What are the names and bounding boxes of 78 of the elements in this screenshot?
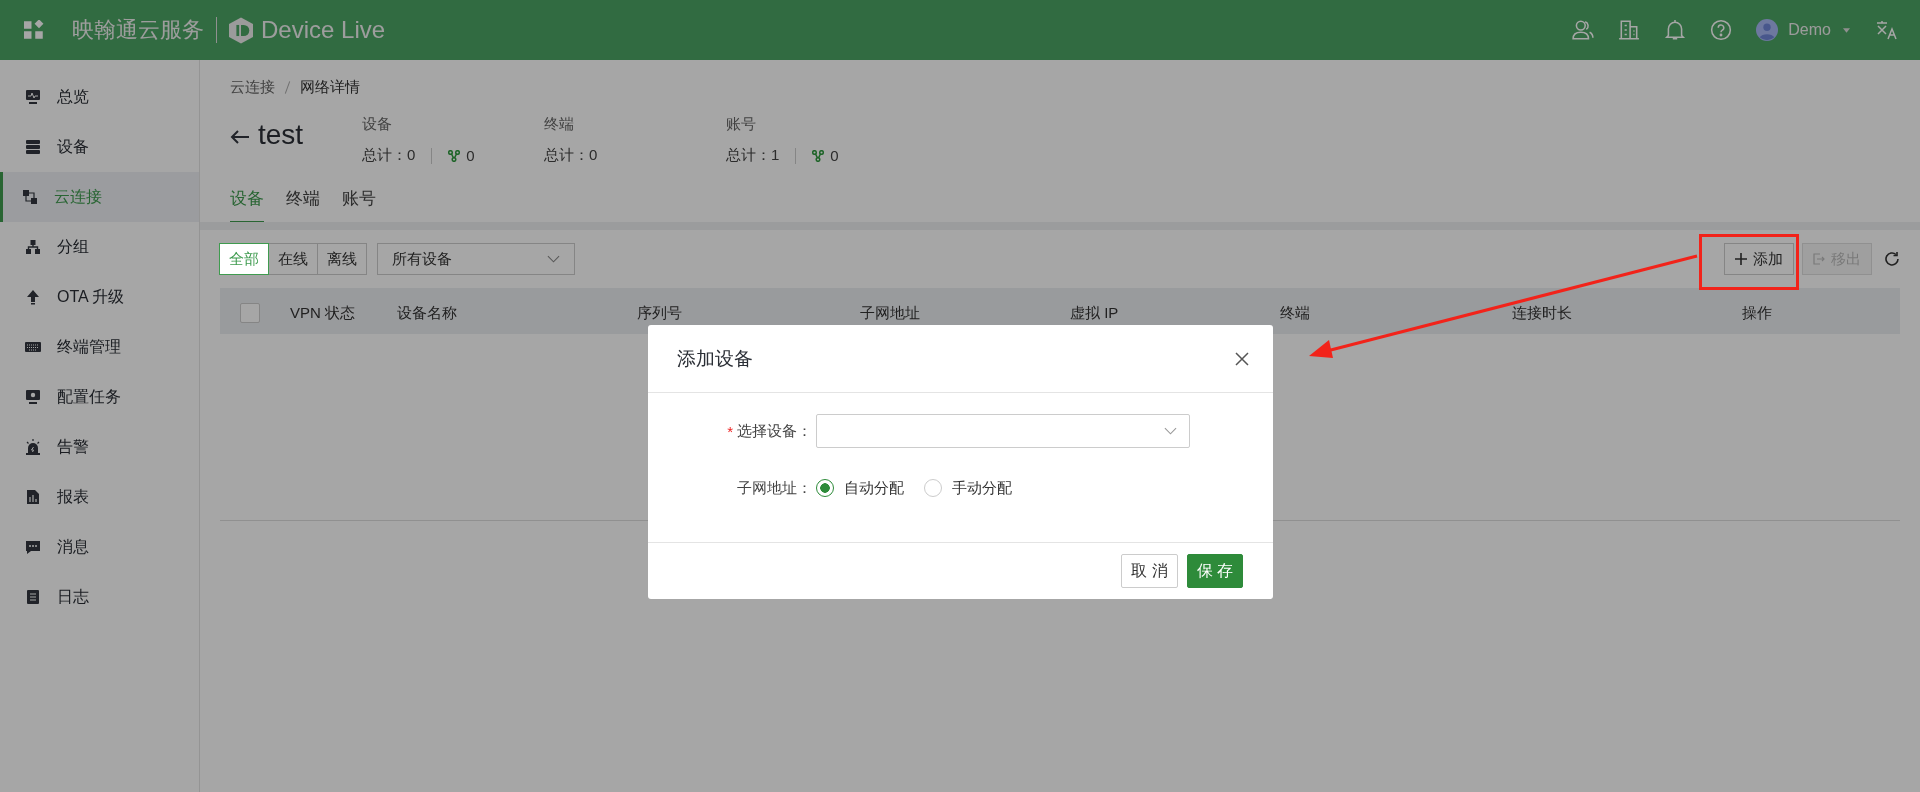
filter-button[interactable]: 全部 <box>219 243 269 275</box>
alarm-light-icon <box>25 439 41 455</box>
bell-icon[interactable] <box>1664 19 1687 41</box>
breadcrumb-link[interactable]: 云连接 <box>230 78 275 97</box>
keyboard-icon <box>25 339 41 355</box>
column-header: 序列号 <box>636 303 683 323</box>
cancel-button[interactable]: 取 消 <box>1121 554 1178 588</box>
chevron-down-icon <box>1164 427 1177 435</box>
stat-label: 账号 <box>726 115 757 134</box>
connection-icon <box>22 189 38 205</box>
filter-button[interactable]: 离线 <box>317 243 367 275</box>
sidebar-item[interactable]: 终端管理 <box>0 322 199 372</box>
report-icon <box>25 489 41 505</box>
hexagon-logo-icon <box>229 16 253 44</box>
column-header: 操作 <box>1741 303 1773 323</box>
device-select[interactable] <box>816 414 1190 448</box>
column-header: 设备名称 <box>396 303 458 323</box>
network-icon <box>448 149 461 162</box>
sidebar-item[interactable]: 分组 <box>0 222 199 272</box>
radio-button[interactable] <box>816 479 834 497</box>
required-mark: * <box>727 422 733 440</box>
filter-button[interactable]: 在线 <box>268 243 318 275</box>
sidebar-item[interactable]: 总览 <box>0 72 199 122</box>
tab[interactable]: 账号 <box>342 187 376 223</box>
stat-total: 总计：0 <box>362 146 416 165</box>
apps-icon[interactable] <box>24 20 44 40</box>
field-label: 选择设备： <box>737 421 812 441</box>
tab[interactable]: 终端 <box>286 187 320 223</box>
building-icon[interactable] <box>1618 19 1641 41</box>
upload-arrow-icon <box>25 289 41 305</box>
device-filter-select[interactable]: 所有设备 <box>377 243 575 275</box>
stat-label: 终端 <box>544 115 575 134</box>
exit-icon <box>1813 253 1825 265</box>
sidebar-item[interactable]: OTA 升级 <box>0 272 199 322</box>
stat-total: 总计：1 <box>726 146 780 165</box>
online-count: 0 <box>466 147 475 164</box>
hierarchy-icon <box>25 239 41 255</box>
chat-icon <box>25 539 41 555</box>
screen-gear-icon <box>25 389 41 405</box>
users-icon[interactable] <box>1572 19 1595 41</box>
server-icon <box>25 139 41 155</box>
close-icon[interactable] <box>1235 351 1249 366</box>
stat-total: 总计：0 <box>544 146 598 165</box>
translate-icon[interactable] <box>1876 19 1898 41</box>
sidebar-item[interactable]: 配置任务 <box>0 372 199 422</box>
chevron-down-icon <box>547 255 560 263</box>
sidebar-item[interactable]: 消息 <box>0 522 199 572</box>
brand-name: 映翰通云服务 <box>72 16 204 44</box>
caret-icon[interactable] <box>1843 27 1850 33</box>
dialog-title: 添加设备 <box>677 346 753 371</box>
online-count: 0 <box>830 147 839 164</box>
column-header: 虚拟 IP <box>1069 303 1120 323</box>
avatar-icon[interactable] <box>1756 19 1779 41</box>
sidebar-item[interactable]: 告警 <box>0 422 199 472</box>
refresh-icon[interactable] <box>1884 251 1900 267</box>
sidebar-item[interactable]: 设备 <box>0 122 199 172</box>
add-button[interactable]: 添加 <box>1724 243 1794 275</box>
product-name: Device Live <box>261 16 386 44</box>
radio-option[interactable]: 自动分配 <box>816 478 904 498</box>
column-header: 连接时长 <box>1511 303 1573 323</box>
help-icon[interactable] <box>1710 19 1733 41</box>
breadcrumb-current: 网络详情 <box>300 78 360 97</box>
column-header: 子网地址 <box>859 303 921 323</box>
network-icon <box>812 149 825 162</box>
plus-icon <box>1735 253 1747 265</box>
column-header: VPN 状态 <box>289 303 356 323</box>
radio-option[interactable]: 手动分配 <box>924 478 1012 498</box>
column-header: 终端 <box>1279 303 1311 323</box>
back-arrow-icon[interactable] <box>230 129 250 145</box>
sidebar-item[interactable]: 报表 <box>0 472 199 522</box>
field-label: 子网地址： <box>737 478 812 498</box>
monitor-icon <box>25 89 41 105</box>
save-button[interactable]: 保 存 <box>1186 554 1243 588</box>
select-all-checkbox[interactable] <box>240 303 260 323</box>
document-icon <box>25 589 41 605</box>
network-title: test <box>258 119 305 151</box>
sidebar-item[interactable]: 日志 <box>0 572 199 622</box>
stat-label: 设备 <box>362 115 393 134</box>
